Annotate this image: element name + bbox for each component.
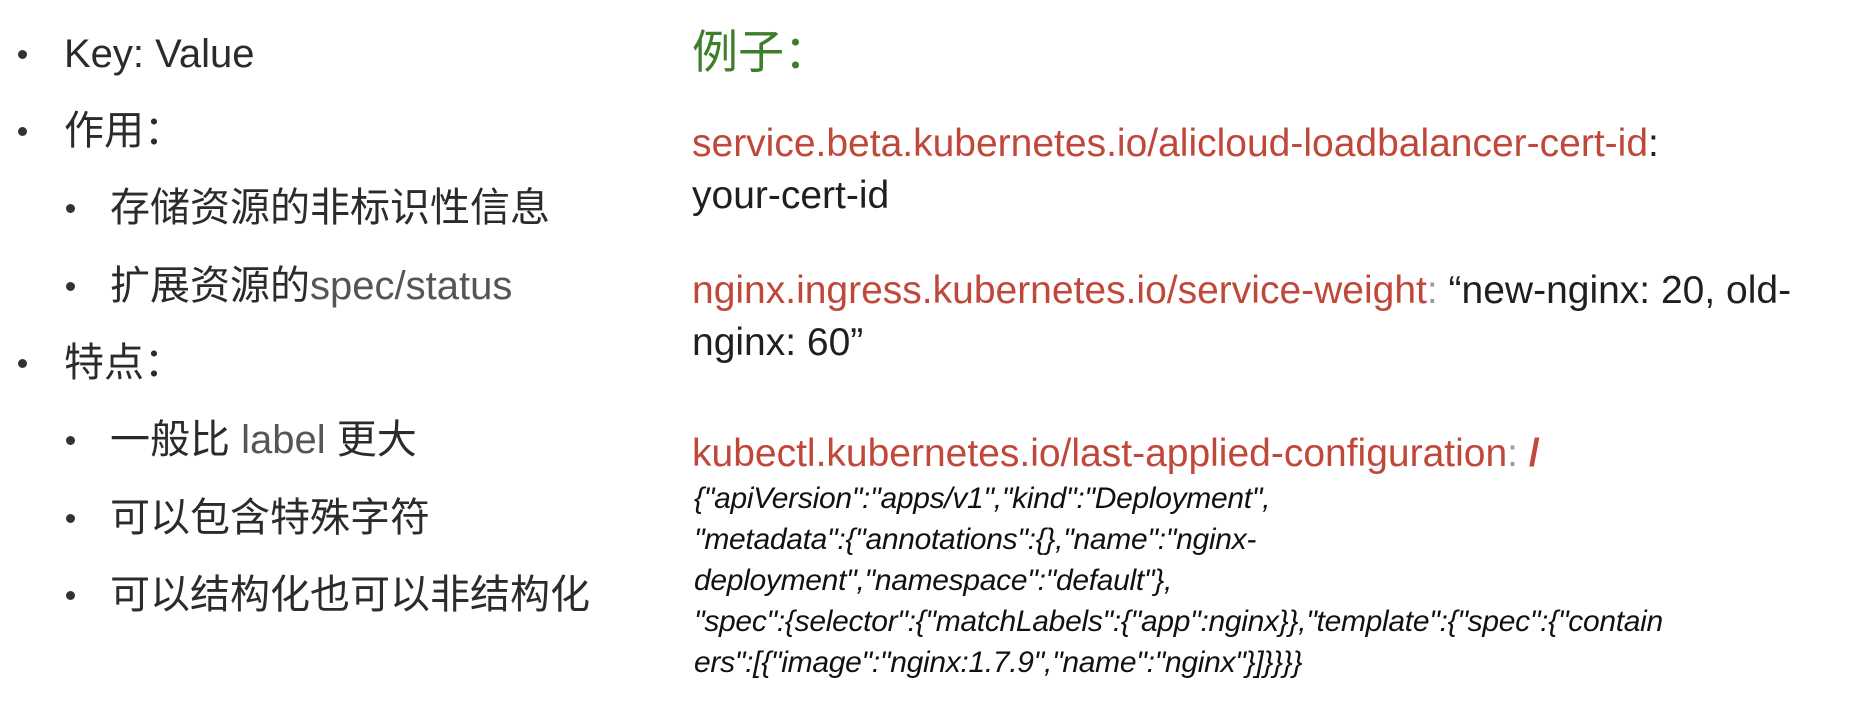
list-item-text: 一般比 label 更大 bbox=[110, 410, 417, 470]
example-entry-1: service.beta.kubernetes.io/alicloud-load… bbox=[692, 118, 1852, 222]
annotation-key: kubectl.kubernetes.io/last-applied-confi… bbox=[692, 432, 1508, 475]
list-item-text: 扩展资源的spec/status bbox=[110, 256, 512, 316]
list-item-text: 可以包含特殊字符 bbox=[110, 496, 430, 540]
list-item-text-en: spec/status bbox=[310, 264, 513, 308]
list-item-text: 特点： bbox=[64, 341, 184, 385]
annotation-slash: / bbox=[1518, 432, 1540, 475]
example-entry-2: nginx.ingress.kubernetes.io/service-weig… bbox=[692, 265, 1852, 369]
list-item-text-label: label bbox=[241, 418, 326, 462]
list-item-text: Key: Value bbox=[64, 32, 255, 76]
bullet-dot-icon bbox=[18, 50, 27, 59]
bullet-dot-icon bbox=[18, 127, 27, 136]
example-heading: 例子： bbox=[692, 26, 830, 78]
list-item-text: 可以结构化也可以非结构化 bbox=[110, 573, 590, 617]
example-entry-3: kubectl.kubernetes.io/last-applied-confi… bbox=[692, 428, 1852, 480]
list-item-text-c: 更大 bbox=[325, 418, 417, 462]
list-item-text: 存储资源的非标识性信息 bbox=[110, 186, 550, 230]
list-item-text: 作用： bbox=[64, 109, 184, 153]
annotation-value: your-cert-id bbox=[692, 174, 890, 217]
annotation-key: nginx.ingress.kubernetes.io/service-weig… bbox=[692, 269, 1427, 312]
bullet-dot-icon bbox=[66, 591, 75, 600]
bullet-dot-icon bbox=[66, 204, 75, 213]
annotation-colon: : bbox=[1507, 432, 1518, 475]
annotation-json-value: {"apiVersion":"apps/v1","kind":"Deployme… bbox=[694, 482, 1663, 679]
bullet-dot-icon bbox=[66, 436, 75, 445]
annotation-key: service.beta.kubernetes.io/alicloud-load… bbox=[692, 122, 1649, 165]
annotation-colon: : bbox=[1426, 269, 1438, 312]
bullet-dot-icon bbox=[66, 514, 75, 523]
annotation-colon: : bbox=[1648, 122, 1659, 165]
list-item-text-cn: 扩展资源的 bbox=[110, 264, 310, 308]
list-item-text-a: 一般比 bbox=[110, 418, 242, 462]
bullet-dot-icon bbox=[18, 359, 27, 368]
bullet-dot-icon bbox=[66, 282, 75, 291]
